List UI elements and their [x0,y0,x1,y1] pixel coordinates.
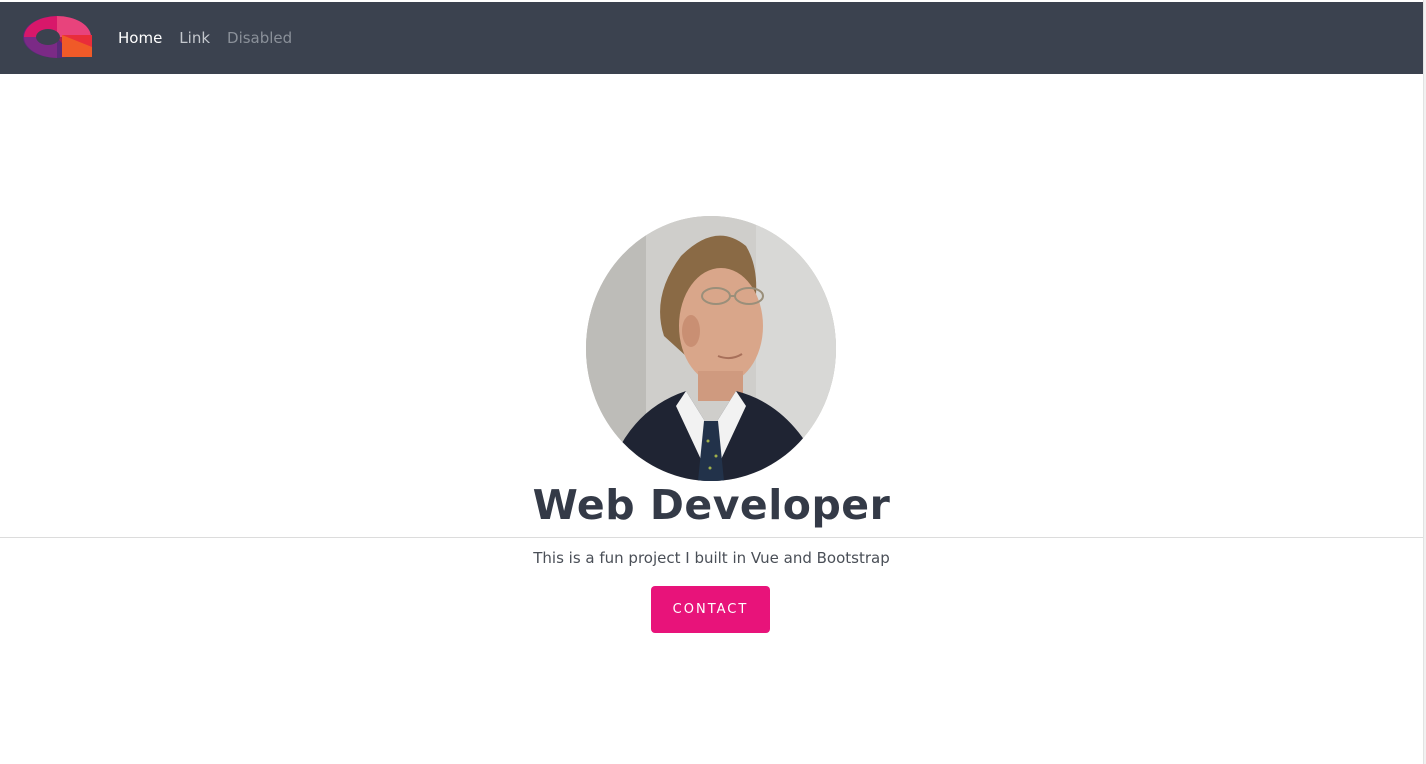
profile-photo [586,216,836,481]
nav-link-link[interactable]: Link [179,30,210,46]
page-title: Web Developer [532,481,891,529]
nav-link-home[interactable]: Home [118,30,162,46]
brand-logo-icon[interactable] [22,15,94,61]
contact-button[interactable]: CONTACT [651,586,770,633]
page: Home Link Disabled Web Developer This is… [0,0,1426,764]
nav-link-disabled: Disabled [227,28,293,47]
hero-subtitle: This is a fun project I built in Vue and… [533,549,890,567]
hero-divider [0,537,1423,538]
profile-photo-image [586,216,836,481]
top-navbar: Home Link Disabled [0,2,1423,74]
hero-section: Web Developer This is a fun project I bu… [0,74,1423,764]
